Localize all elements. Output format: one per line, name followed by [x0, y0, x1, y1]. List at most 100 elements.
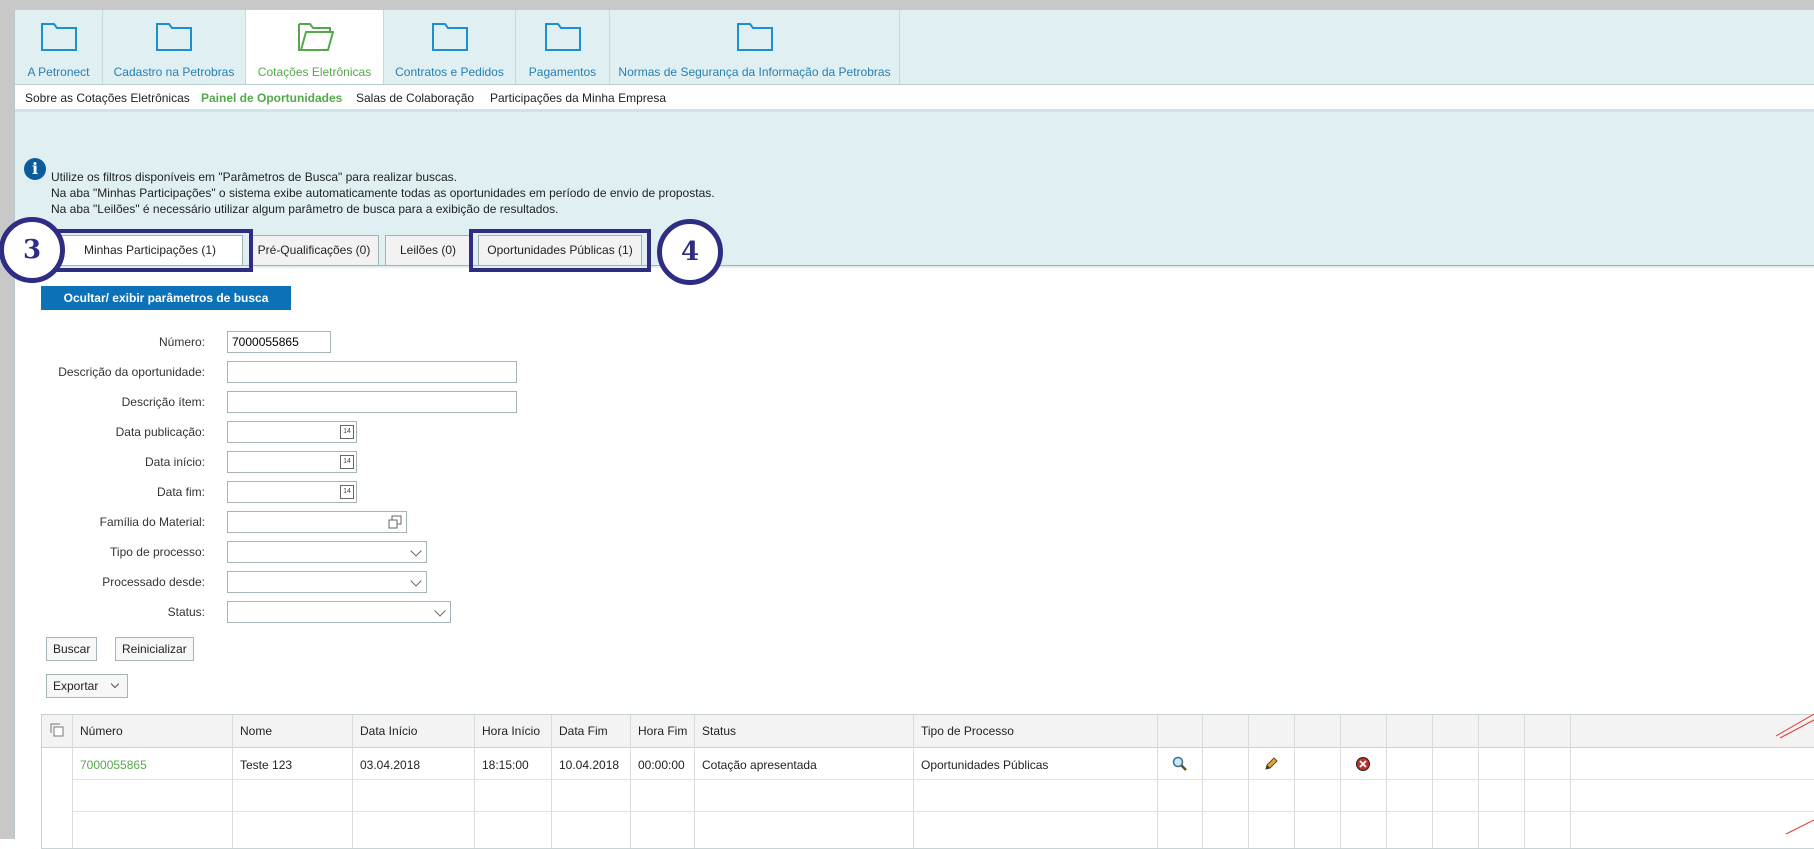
exportar-label: Exportar [53, 679, 99, 693]
info-line-2: Na aba "Minhas Participações" o sistema … [51, 186, 715, 200]
row-hora-fim: 00:00:00 [638, 758, 685, 772]
column-header-numero[interactable]: Número [80, 724, 123, 738]
column-divider [1340, 715, 1341, 848]
column-divider [474, 715, 475, 848]
calendar-icon[interactable]: 14 [340, 455, 354, 469]
subnav-salas-colaboracao[interactable]: Salas de Colaboração [356, 91, 474, 105]
info-icon: i [24, 158, 46, 180]
open-folder-icon [297, 23, 334, 51]
pencil-icon[interactable] [1263, 756, 1279, 772]
nav-tab-label: Cadastro na Petrobras [113, 65, 235, 79]
column-divider [913, 715, 914, 848]
tipo-processo-label: Tipo de processo: [110, 545, 205, 559]
column-divider [551, 715, 552, 848]
data-inicio-label: Data início: [144, 455, 205, 469]
folder-icon [736, 23, 773, 51]
row-hora-inicio: 18:15:00 [482, 758, 529, 772]
descricao-oportunidade-label: Descrição da oportunidade: [58, 365, 205, 379]
chevron-down-icon [110, 679, 120, 689]
data-inicio-input[interactable] [227, 451, 357, 473]
info-line-1: Utilize os filtros disponíveis em "Parâm… [51, 170, 458, 184]
magnifier-icon[interactable] [1172, 756, 1188, 772]
processado-desde-select[interactable] [227, 571, 427, 593]
familia-material-label: Família do Material: [99, 515, 205, 529]
tab-pre-qualificacoes[interactable]: Pré-Qualificações (0) [249, 235, 379, 265]
sub-navigation: Sobre as Cotações Eletrônicas Painel de … [15, 85, 1814, 112]
row-divider [72, 779, 1814, 780]
column-divider [1202, 715, 1203, 848]
descricao-oportunidade-input[interactable] [227, 361, 517, 383]
familia-material-input[interactable] [227, 511, 407, 533]
column-divider [1478, 715, 1479, 848]
descricao-item-input[interactable] [227, 391, 517, 413]
column-divider [630, 715, 631, 848]
top-navigation: A Petronect Cadastro na Petrobras Cotaçõ… [15, 10, 1814, 85]
data-publicacao-label: Data publicação: [115, 425, 205, 439]
results-table: Número Nome Data Início Hora Início Data… [41, 714, 1814, 849]
column-divider [1294, 715, 1295, 848]
nav-tab-a-petronect[interactable]: A Petronect [15, 10, 103, 84]
column-header-hora-fim[interactable]: Hora Fim [638, 724, 687, 738]
column-divider [1248, 715, 1249, 848]
column-header-data-fim[interactable]: Data Fim [559, 724, 608, 738]
nav-tab-contratos[interactable]: Contratos e Pedidos [384, 10, 516, 84]
column-divider [1570, 715, 1571, 848]
column-divider [1524, 715, 1525, 848]
folder-icon [156, 23, 192, 51]
row-data-fim: 10.04.2018 [559, 758, 620, 772]
column-header-tipo-processo[interactable]: Tipo de Processo [921, 724, 1014, 738]
tipo-processo-select[interactable] [227, 541, 427, 563]
column-header-status[interactable]: Status [702, 724, 736, 738]
subnav-painel-oportunidades[interactable]: Painel de Oportunidades [201, 91, 342, 105]
select-all-icon[interactable] [50, 723, 64, 737]
subnav-participacoes[interactable]: Participações da Minha Empresa [490, 91, 666, 105]
processado-desde-label: Processado desde: [102, 575, 205, 589]
data-fim-label: Data fim: [156, 485, 205, 499]
reinicializar-button[interactable]: Reinicializar [115, 637, 194, 661]
column-divider [694, 715, 695, 848]
value-help-icon[interactable] [388, 515, 402, 529]
tab-baseline [15, 265, 1814, 266]
row-tipo-processo: Oportunidades Públicas [921, 758, 1049, 772]
buscar-button[interactable]: Buscar [46, 637, 98, 661]
nav-tab-cotacoes[interactable]: Cotações Eletrônicas [246, 10, 384, 84]
row-status: Cotação apresentada [702, 758, 817, 772]
data-fim-input[interactable] [227, 481, 357, 503]
column-header-hora-inicio[interactable]: Hora Início [482, 724, 540, 738]
folder-icon [40, 23, 77, 51]
toggle-search-parameters-button[interactable]: Ocultar/ exibir parâmetros de busca [41, 286, 291, 310]
annotation-stroke [1775, 713, 1814, 739]
row-numero-link[interactable]: 7000055865 [80, 758, 147, 772]
tab-leiloes[interactable]: Leilões (0) [385, 235, 471, 265]
nav-tab-label: Normas de Segurança da Informação da Pet… [618, 65, 891, 79]
status-select[interactable] [227, 601, 451, 623]
numero-label: Número: [158, 335, 205, 349]
column-header-nome[interactable]: Nome [240, 724, 272, 738]
nav-tab-label: A Petronect [27, 65, 90, 79]
column-divider [352, 715, 353, 848]
callout-3: 3 [0, 217, 65, 283]
tab-oportunidades-publicas[interactable]: Oportunidades Públicas (1) [478, 235, 642, 265]
nav-tab-pagamentos[interactable]: Pagamentos [516, 10, 610, 84]
nav-tab-label: Cotações Eletrônicas [257, 65, 372, 79]
folder-icon [431, 23, 468, 51]
descricao-item-label: Descrição ítem: [121, 395, 205, 409]
page-content: A Petronect Cadastro na Petrobras Cotaçõ… [0, 10, 1814, 849]
calendar-icon[interactable]: 14 [340, 485, 354, 499]
data-publicacao-input[interactable] [227, 421, 357, 443]
column-divider [72, 715, 73, 848]
nav-tab-cadastro[interactable]: Cadastro na Petrobras [103, 10, 246, 84]
calendar-icon[interactable]: 14 [340, 425, 354, 439]
subnav-sobre[interactable]: Sobre as Cotações Eletrônicas [25, 91, 190, 105]
column-divider [1432, 715, 1433, 848]
folder-icon [544, 23, 581, 51]
nav-tab-normas[interactable]: Normas de Segurança da Informação da Pet… [610, 10, 900, 84]
row-nome: Teste 123 [240, 758, 293, 772]
row-divider [72, 811, 1814, 812]
exportar-menu-button[interactable]: Exportar [46, 674, 128, 698]
annotation-stroke [1785, 819, 1814, 835]
numero-input[interactable] [227, 331, 331, 353]
cancel-icon[interactable] [1355, 756, 1371, 772]
column-header-data-inicio[interactable]: Data Início [360, 724, 417, 738]
tab-minhas-participacoes[interactable]: Minhas Participações (1) [57, 235, 243, 266]
